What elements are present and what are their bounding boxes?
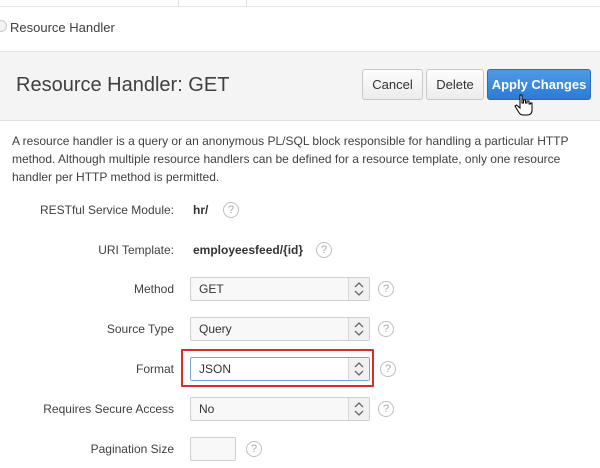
- select-arrows-icon: [348, 278, 369, 300]
- help-icon[interactable]: ?: [380, 361, 396, 377]
- secure-access-select-value: No: [199, 402, 215, 416]
- method-label: Method: [133, 282, 174, 296]
- uri-template-label: URI Template:: [98, 243, 174, 257]
- format-select-value: JSON: [199, 362, 232, 376]
- page-header: Resource Handler: GET Cancel Delete Appl…: [0, 51, 600, 121]
- uri-template-value: employeesfeed/{id}: [193, 243, 304, 257]
- breadcrumb: Resource Handler: [0, 7, 600, 50]
- secure-access-label: Requires Secure Access: [43, 402, 174, 416]
- breadcrumb-edge-icon[interactable]: [0, 20, 7, 32]
- hand-cursor-icon: [514, 94, 533, 116]
- page-title: Resource Handler: GET: [16, 74, 230, 96]
- source-type-select[interactable]: Query: [190, 317, 370, 341]
- method-row: Method GET ?: [0, 277, 600, 301]
- top-strip: [0, 0, 600, 7]
- select-arrows-icon: [348, 358, 369, 380]
- top-strip-divider: [178, 0, 179, 6]
- format-label: Format: [135, 362, 174, 376]
- module-row: RESTful Service Module: hr/ ?: [0, 198, 600, 222]
- source-type-select-value: Query: [199, 322, 232, 336]
- help-icon[interactable]: ?: [378, 321, 394, 337]
- format-select[interactable]: JSON: [190, 357, 370, 381]
- help-icon[interactable]: ?: [246, 441, 262, 457]
- module-label: RESTful Service Module:: [39, 203, 174, 217]
- help-icon[interactable]: ?: [378, 281, 394, 297]
- cancel-button[interactable]: Cancel: [362, 69, 423, 100]
- pagination-size-input[interactable]: [190, 437, 236, 461]
- source-type-row: Source Type Query ?: [0, 317, 600, 341]
- secure-access-select[interactable]: No: [190, 397, 370, 421]
- method-select[interactable]: GET: [190, 277, 370, 301]
- top-strip-divider: [246, 0, 247, 6]
- uri-template-row: URI Template: employeesfeed/{id} ?: [0, 238, 600, 262]
- breadcrumb-current: Resource Handler: [10, 20, 115, 35]
- secure-access-row: Requires Secure Access No ?: [0, 397, 600, 421]
- apply-changes-button[interactable]: Apply Changes: [487, 69, 591, 100]
- description-text: A resource handler is a query or an anon…: [12, 134, 569, 184]
- help-icon[interactable]: ?: [223, 202, 239, 218]
- module-value: hr/: [193, 203, 209, 217]
- help-icon[interactable]: ?: [316, 242, 332, 258]
- select-arrows-icon: [348, 318, 369, 340]
- pagination-row: Pagination Size ?: [0, 437, 600, 461]
- pagination-label: Pagination Size: [90, 442, 174, 456]
- select-arrows-icon: [348, 398, 369, 420]
- source-type-label: Source Type: [106, 322, 174, 336]
- format-row: Format JSON ?: [0, 357, 600, 381]
- method-select-value: GET: [199, 282, 224, 296]
- delete-button[interactable]: Delete: [426, 69, 484, 100]
- help-icon[interactable]: ?: [378, 401, 394, 417]
